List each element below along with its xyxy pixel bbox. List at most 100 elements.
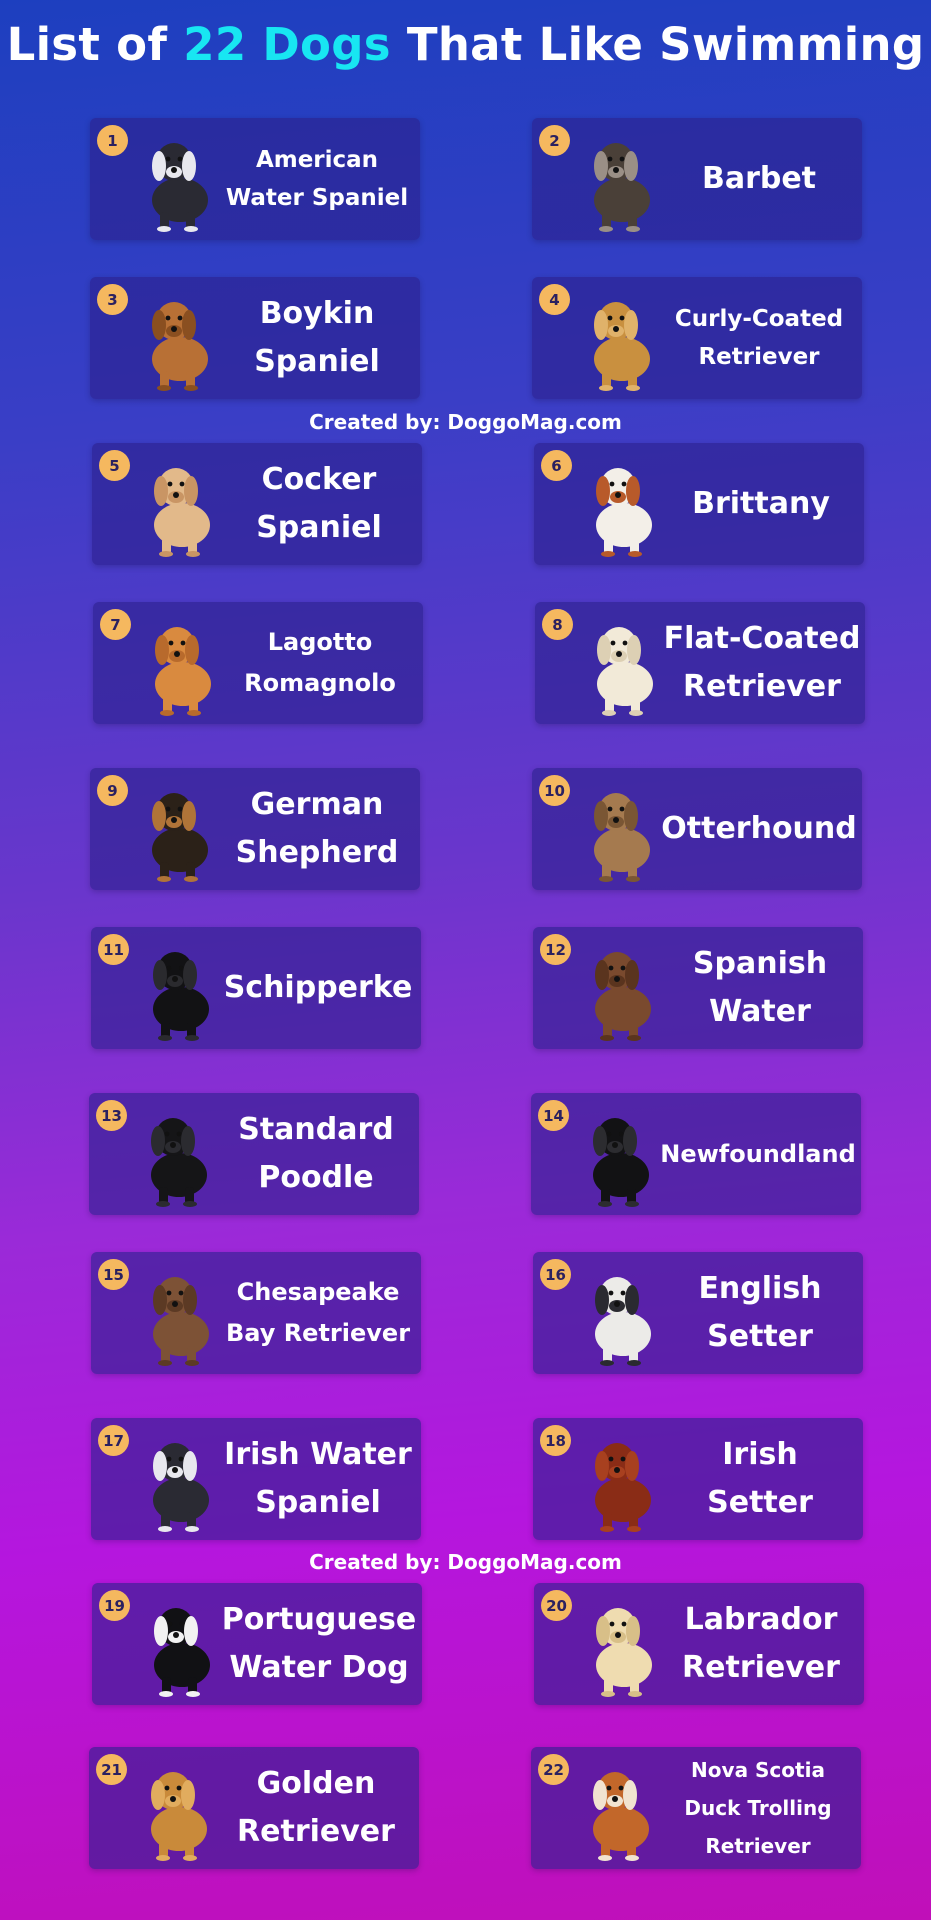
dog-image [575, 612, 665, 716]
breed-name-line: Schipperke [223, 970, 413, 1005]
breed-name-line: Cocker [261, 462, 377, 497]
rank-badge: 7 [100, 609, 131, 640]
rank-badge: 10 [539, 775, 570, 806]
dog-breed-name: Portuguese Water Dog [221, 1583, 417, 1705]
breed-name-line: Water Spaniel [225, 185, 409, 211]
rank-badge: 16 [540, 1259, 571, 1290]
breed-name-line: Setter [707, 1319, 813, 1354]
title-suffix: That Like Swimming [406, 18, 925, 71]
breed-name-line: Spaniel [256, 510, 382, 545]
dog-breed-name: German Shepherd [222, 768, 412, 890]
title-prefix: List of [6, 18, 168, 71]
dog-breed-name: Otterhound [661, 768, 856, 890]
dog-image [129, 1103, 219, 1207]
rank-badge: 21 [96, 1754, 127, 1785]
breed-name-line: Portuguese [221, 1602, 417, 1637]
breed-name-line: Curly-Coated [674, 306, 844, 332]
breed-name-line: Lagotto [267, 628, 373, 656]
breed-name-line: Nova Scotia [691, 1758, 825, 1782]
dog-image [574, 453, 664, 557]
dog-card: 4 Curly-Coated Retriever [532, 277, 862, 399]
dog-card: 20 Labrador Retriever [534, 1583, 864, 1705]
rank-badge: 5 [99, 450, 130, 481]
rank-badge: 14 [538, 1100, 569, 1131]
dog-image [573, 1428, 663, 1532]
dog-image [133, 612, 223, 716]
dog-card: 21 Golden Retriever [89, 1747, 419, 1869]
dog-image [132, 1593, 222, 1697]
dog-image [573, 937, 663, 1041]
dog-breed-name: Chesapeake Bay Retriever [223, 1252, 413, 1374]
dog-card: 16 English Setter [533, 1252, 863, 1374]
dog-card: 18 Irish Setter [533, 1418, 863, 1540]
dog-photo-shape [154, 1608, 210, 1697]
title-accent: 22 Dogs [183, 18, 391, 71]
dog-card: 10 Otterhound [532, 768, 862, 890]
dog-image [572, 128, 662, 232]
rank-badge: 8 [542, 609, 573, 640]
breed-name-line: Retriever [683, 669, 841, 704]
dog-image [571, 1103, 661, 1207]
dog-photo-shape [593, 1772, 649, 1861]
dog-photo-shape [153, 952, 209, 1041]
dog-card: 5 Cocker Spaniel [92, 443, 422, 565]
dog-image [574, 1593, 664, 1697]
breed-name-line: Retriever [698, 344, 820, 370]
breed-name-line: Spaniel [255, 1485, 381, 1520]
dog-image [571, 1757, 661, 1861]
rank-badge: 22 [538, 1754, 569, 1785]
breed-name-line: Retriever [705, 1834, 811, 1858]
dog-card: 1 American Water Spaniel [90, 118, 420, 240]
breed-name-line: Chesapeake [236, 1278, 400, 1306]
rank-badge: 18 [540, 1425, 571, 1456]
dog-image [573, 1262, 663, 1366]
rank-badge: 19 [99, 1590, 130, 1621]
dog-breed-name: Golden Retriever [221, 1747, 411, 1869]
dog-photo-shape [151, 1118, 207, 1207]
breed-name-line: German [250, 787, 384, 822]
dog-breed-name: Irish Setter [665, 1418, 855, 1540]
dog-card: 22 Nova Scotia Duck Trolling Retriever [531, 1747, 861, 1869]
breed-name-line: Irish Water [224, 1437, 412, 1472]
dog-photo-shape [151, 1772, 207, 1861]
rank-badge: 17 [98, 1425, 129, 1456]
breed-name-line: Retriever [237, 1814, 395, 1849]
rank-badge: 15 [98, 1259, 129, 1290]
breed-name-line: Barbet [701, 161, 817, 196]
dog-photo-shape [594, 302, 650, 391]
dog-card: 14 Newfoundland [531, 1093, 861, 1215]
rank-badge: 20 [541, 1590, 572, 1621]
dog-image [129, 1757, 219, 1861]
breed-name-line: English [698, 1271, 822, 1306]
dog-photo-shape [595, 1443, 651, 1532]
dog-breed-name: Boykin Spaniel [222, 277, 412, 399]
breed-name-line: Flat-Coated [663, 621, 861, 656]
dog-breed-name: Standard Poodle [221, 1093, 411, 1215]
dog-card: 2 Barbet [532, 118, 862, 240]
breed-name-line: Boykin [259, 296, 375, 331]
breed-name-line: Spaniel [254, 344, 380, 379]
page-title: List of 22 Dogs That Like Swimming [0, 18, 931, 71]
dog-photo-shape [596, 468, 652, 557]
dog-breed-name: American Water Spaniel [222, 118, 412, 240]
rank-badge: 4 [539, 284, 570, 315]
dog-breed-name: Nova Scotia Duck Trolling Retriever [663, 1747, 853, 1869]
dog-image [130, 778, 220, 882]
rank-badge: 11 [98, 934, 129, 965]
dog-photo-shape [595, 1277, 651, 1366]
rank-badge: 1 [97, 125, 128, 156]
breed-name-line: Shepherd [235, 835, 399, 870]
dog-photo-shape [153, 1277, 209, 1366]
dog-card: 19 Portuguese Water Dog [92, 1583, 422, 1705]
breed-name-line: Duck Trolling [684, 1796, 832, 1820]
dog-image [572, 287, 662, 391]
dog-photo-shape [153, 1443, 209, 1532]
rank-badge: 12 [540, 934, 571, 965]
credit-text-top: Created by: DoggoMag.com [309, 410, 622, 434]
dog-breed-name: Brittany [666, 443, 856, 565]
rank-badge: 13 [96, 1100, 127, 1131]
dog-image [130, 287, 220, 391]
dog-breed-name: Labrador Retriever [666, 1583, 856, 1705]
rank-badge: 2 [539, 125, 570, 156]
breed-name-line: Golden [256, 1766, 376, 1801]
